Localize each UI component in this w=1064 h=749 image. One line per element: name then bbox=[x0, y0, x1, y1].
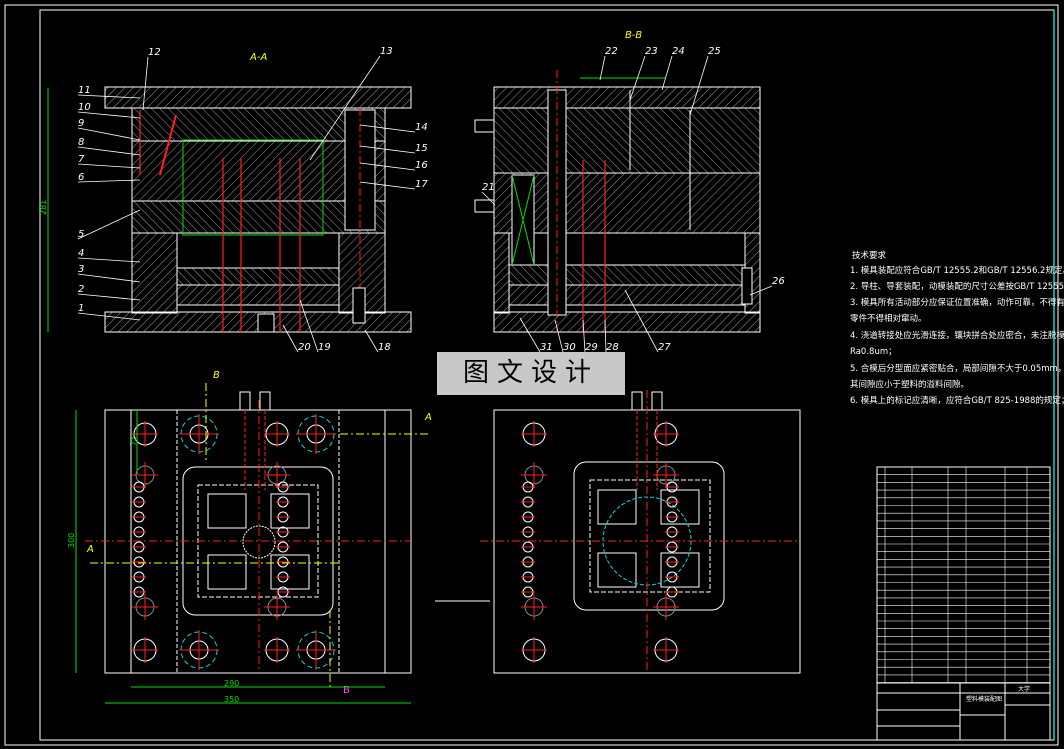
part-number-label: 6 bbox=[78, 172, 84, 183]
water-fitting bbox=[631, 391, 643, 411]
part-number-label: 13 bbox=[380, 46, 393, 57]
svg-text:2. 导柱、导套装配，动模装配的尺寸公差按GB/T 1255: 2. 导柱、导套装配，动模装配的尺寸公差按GB/T 12555.2和GB/T 1… bbox=[850, 281, 1064, 292]
part-number-label: 23 bbox=[645, 46, 658, 57]
svg-text:零件不得相对窜动。: 零件不得相对窜动。 bbox=[850, 313, 927, 324]
bb-bottom-clamp-plate bbox=[493, 311, 761, 333]
bb-spacer-left bbox=[493, 232, 510, 314]
watermark: 图文设计 bbox=[437, 352, 625, 395]
water-fitting bbox=[259, 391, 271, 411]
aa-height-dimension: 281 bbox=[39, 200, 48, 215]
section-mark-b: B bbox=[213, 370, 220, 381]
svg-text:1. 模具装配应符合GB/T 12555.2和GB/T 12: 1. 模具装配应符合GB/T 12555.2和GB/T 12556.2规定。 bbox=[850, 265, 1064, 276]
part-number-label: 27 bbox=[658, 342, 671, 353]
part-number-label: 9 bbox=[78, 118, 84, 129]
bb-ejector-retainer bbox=[508, 264, 746, 286]
part-number-label: 19 bbox=[318, 342, 331, 353]
bb-top-clamp-plate bbox=[493, 86, 761, 109]
plan-view-moving-half: A A B B 300 290 350 73 bbox=[67, 370, 432, 704]
plan-outer-width-dimension: 350 bbox=[224, 695, 239, 704]
svg-text:Ra0.8um；: Ra0.8um； bbox=[850, 347, 897, 357]
part-number-label: 16 bbox=[415, 160, 428, 171]
part-number-label: 5 bbox=[78, 229, 84, 240]
water-fitting bbox=[651, 391, 663, 411]
drawing-title: 塑料模装配图 bbox=[966, 695, 1002, 703]
top-clamp-plate bbox=[104, 86, 412, 109]
plan-inner-width-dimension: 290 bbox=[224, 679, 239, 688]
part-number-label: 26 bbox=[772, 276, 785, 287]
technical-requirements: 技术要求 1. 模具装配应符合GB/T 12555.2和GB/T 12556.2… bbox=[850, 250, 1064, 406]
part-number-label: 11 bbox=[78, 85, 91, 96]
part-number-label: 7 bbox=[78, 154, 85, 165]
part-number-label: 18 bbox=[378, 342, 391, 353]
section-aa-view: A-A 281 11 10 9 8 7 6 5 4 3 2 1 12 13 14 15 16 17 20 19 18 bbox=[39, 46, 428, 353]
part-number-label: 1 bbox=[78, 303, 84, 314]
svg-text:3. 模具所有活动部分应保证位置准确，动作可靠，不得有歪斜和: 3. 模具所有活动部分应保证位置准确，动作可靠，不得有歪斜和卡滞现象。要求固定的 bbox=[850, 297, 1064, 308]
school-name: 大学 bbox=[1018, 685, 1030, 693]
part-number-label: 4 bbox=[78, 248, 84, 259]
part-number-label: 17 bbox=[415, 179, 428, 190]
part-number-label: 22 bbox=[605, 46, 618, 57]
ejector-retainer-plate bbox=[176, 267, 340, 286]
plan-view-fixed-half bbox=[435, 390, 801, 674]
water-fitting bbox=[239, 391, 251, 411]
bb-ejector-plate bbox=[508, 284, 746, 306]
bb-cavity-plate bbox=[493, 107, 761, 174]
section-bb-title: B-B bbox=[625, 30, 642, 41]
section-aa-title: A-A bbox=[249, 52, 267, 63]
part-number-label: 10 bbox=[78, 102, 91, 113]
svg-text:A: A bbox=[424, 412, 432, 423]
part-number-label: 15 bbox=[415, 143, 428, 154]
section-mark-a: A bbox=[86, 544, 94, 555]
plan-offset-dimension: 73 bbox=[129, 436, 138, 446]
ejector-plate bbox=[176, 284, 340, 306]
title-block: 塑料模装配图 大学 bbox=[876, 682, 1051, 741]
part-number-label: 8 bbox=[78, 137, 84, 148]
parts-list bbox=[876, 466, 1051, 684]
svg-text:5. 合模后分型面应紧密贴合，局部间隙不大于0.05mm，如: 5. 合模后分型面应紧密贴合，局部间隙不大于0.05mm，如有间隙， bbox=[850, 363, 1064, 374]
part-number-label: 2 bbox=[78, 284, 84, 295]
svg-text:其间隙应小于塑料的溢料间隙。: 其间隙应小于塑料的溢料间隙。 bbox=[850, 379, 969, 390]
svg-text:6. 模具上的标记应清晰，应符合GB/T 825-1988的: 6. 模具上的标记应清晰，应符合GB/T 825-1988的规定； bbox=[850, 395, 1064, 406]
spacer-block-left bbox=[131, 232, 178, 314]
part-number-label: 14 bbox=[415, 122, 428, 133]
part-number-label: 3 bbox=[78, 264, 84, 275]
part-number-label: 20 bbox=[298, 342, 311, 353]
part-number-label: 12 bbox=[148, 47, 161, 58]
section-bb-view: B-B 22 23 24 25212631 30 29 28 27 bbox=[474, 30, 785, 353]
tech-req-title: 技术要求 bbox=[852, 250, 887, 261]
part-number-label: 25 bbox=[708, 46, 721, 57]
plan-height-dimension: 300 bbox=[67, 533, 76, 548]
part-number-label: 24 bbox=[672, 46, 685, 57]
part-number-label: 21 bbox=[482, 182, 495, 193]
svg-text:4. 浇道转接处应光滑连接，镶块拼合处应密合，未注脱模斜度，: 4. 浇道转接处应光滑连接，镶块拼合处应密合，未注脱模斜度，表面粗糙度不低于 bbox=[850, 330, 1064, 341]
